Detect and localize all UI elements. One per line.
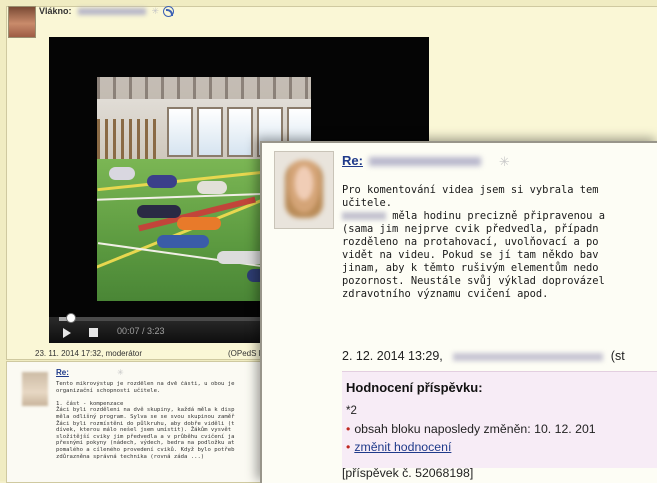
blurred-author-name: [77, 8, 146, 16]
rating-title: Hodnocení příspěvku:: [346, 380, 483, 395]
post-date-text: 2. 12. 2014 13:29,: [342, 349, 443, 363]
post-date: 2. 12. 2014 13:29, (st: [342, 349, 625, 363]
gym-wall-bars: [97, 119, 157, 159]
thread-label: Vlákno:: [39, 6, 72, 16]
seek-handle[interactable]: [66, 313, 76, 323]
post-meta: 23. 11. 2014 17:32, moderátor: [35, 349, 143, 358]
post-number: [příspěvek č. 52068198]: [342, 466, 474, 480]
blurred-author-name: [368, 157, 481, 167]
play-icon[interactable]: [63, 328, 71, 338]
body-line: měla hodinu precizně připravenou a: [386, 210, 605, 222]
post-body: Pro komentování videa jsem si vybrala te…: [342, 184, 657, 301]
student: [109, 167, 135, 180]
blurred-author-name: [452, 352, 603, 361]
thread-header: Vlákno: ✳: [39, 6, 175, 20]
change-rating-link[interactable]: změnit hodnocení: [354, 440, 451, 454]
post-header: Re: ✳: [342, 153, 510, 170]
bullet-icon: •: [346, 422, 351, 436]
avatar-photo: [285, 160, 323, 218]
star-icon[interactable]: ✳: [499, 154, 510, 170]
video-time: 00:07 / 3:23: [117, 326, 165, 336]
gym-ceiling: [97, 77, 311, 99]
body-line: (sama jim nejprve cvik předvedla, případ…: [342, 223, 599, 235]
body-line: zdravotního významu cvičení apod.: [342, 288, 549, 300]
bullet-icon: •: [346, 440, 351, 454]
gym-window: [197, 107, 223, 157]
author-avatar[interactable]: [8, 6, 36, 38]
post-title-link[interactable]: Re:: [342, 153, 363, 168]
rating-box: Hodnocení příspěvku: *2 • obsah bloku nap…: [342, 371, 657, 468]
body-line: pozornost. Neustále svůj výklad doprováz…: [342, 275, 605, 287]
post-date-suffix: (st: [610, 349, 625, 363]
re-label[interactable]: Re:: [56, 368, 69, 377]
author-avatar[interactable]: [274, 151, 334, 229]
rating-change: • změnit hodnocení: [346, 440, 451, 454]
gym-window: [227, 107, 253, 157]
student: [177, 217, 221, 230]
star-icon[interactable]: ✳: [152, 6, 160, 17]
body-line: vidět na videu. Pokud se jí tam někdo ba…: [342, 249, 599, 261]
body-line: učitele.: [342, 197, 393, 209]
star-icon[interactable]: ✳: [117, 368, 124, 377]
body-line: Pro komentování videa jsem si vybrala te…: [342, 184, 599, 196]
student: [197, 181, 227, 194]
rating-last-changed: • obsah bloku naposledy změněn: 10. 12. 2…: [346, 422, 596, 436]
student: [147, 175, 177, 188]
post-title-link[interactable]: Re:: [56, 368, 69, 377]
gym-window: [167, 107, 193, 157]
post-meta-author: (OPedS K: [228, 349, 265, 358]
student: [137, 205, 181, 218]
author-avatar[interactable]: [22, 372, 48, 406]
blurred-name: [342, 212, 386, 220]
body-line: rozděleno na protahovací, uvolňovací a p…: [342, 236, 599, 248]
post-body: Tento mikrovýstup je rozdělen na dvě čás…: [56, 381, 235, 460]
rss-icon[interactable]: [163, 6, 175, 18]
front-post: Re: ✳ Pro komentování videa jsem si vybra…: [260, 141, 657, 483]
rating-value: *2: [346, 405, 357, 417]
rating-last-changed-text: obsah bloku naposledy změněn: 10. 12. 20…: [354, 422, 596, 436]
body-line: jinam, aby k těmto rušivým elementům ned…: [342, 262, 599, 274]
student: [157, 235, 209, 248]
stop-icon[interactable]: [89, 328, 98, 337]
